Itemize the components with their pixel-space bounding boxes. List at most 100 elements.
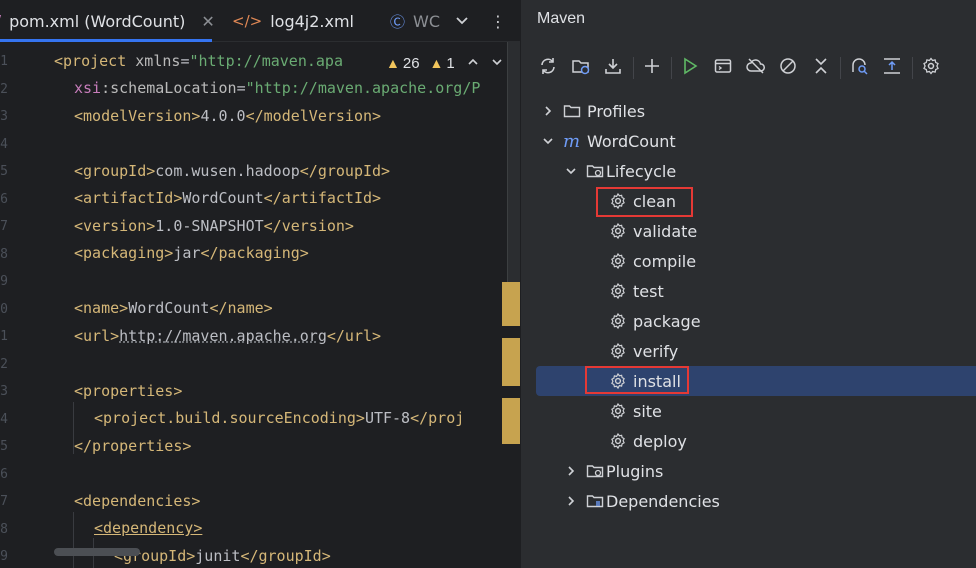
code-line: <modelVersion>4.0.0</modelVersion> (74, 107, 382, 125)
toolbar-separator (911, 57, 913, 79)
toolbar-separator (840, 57, 842, 79)
error-stripe-marker[interactable] (502, 398, 520, 444)
inspection-widget[interactable]: ▲ 26 ▲ 1 (384, 52, 503, 74)
close-icon[interactable]: ✕ (201, 12, 214, 31)
execute-goal-button[interactable] (710, 55, 736, 81)
more-vertical-icon: ⋮ (490, 11, 506, 31)
indent-guide (73, 512, 74, 568)
analyze-icon (849, 56, 869, 81)
lifecycle-goal-test[interactable]: test (609, 277, 664, 305)
code-line: <project.build.sourceEncoding>UTF-8</pro… (94, 409, 465, 427)
collapse-icon (811, 56, 831, 81)
tab-wc[interactable]: Ⓒ WC (390, 0, 440, 42)
code-line: xsi:schemaLocation="http://maven.apache.… (74, 79, 481, 97)
more-actions-button[interactable]: ⋮ (490, 0, 506, 42)
goal-label: verify (633, 341, 679, 361)
tree-node-label: Plugins (606, 461, 664, 481)
maven-file-icon: / (0, 12, 1, 30)
add-icon (642, 56, 662, 81)
settings-button[interactable] (918, 55, 944, 81)
gear-icon (609, 402, 627, 420)
code-line: <properties> (74, 382, 183, 400)
code-area[interactable]: <project xmlns="http://maven.apa xsi:sch… (0, 42, 520, 568)
tab-label: log4j2.xml (270, 11, 354, 31)
gear-icon (609, 342, 627, 360)
lifecycle-goal-site[interactable]: site (609, 397, 662, 425)
lifecycle-goal-deploy[interactable]: deploy (609, 427, 687, 455)
tree-node-project[interactable]: m WordCount (541, 127, 676, 155)
url-link[interactable]: http://maven.apache.org (119, 327, 327, 345)
tab-pom-xml[interactable]: / pom.xml (WordCount) ✕ (0, 0, 215, 42)
tree-node-lifecycle[interactable]: Lifecycle (564, 157, 676, 185)
tree-node-plugins[interactable]: Plugins (564, 457, 663, 485)
show-dependencies-icon (882, 56, 902, 81)
add-button[interactable] (639, 55, 665, 81)
code-line: <dependencies> (74, 492, 201, 510)
gear-icon (609, 252, 627, 270)
chevron-down-icon[interactable] (564, 164, 578, 178)
show-dependencies-button[interactable] (879, 55, 905, 81)
settings-icon (921, 56, 941, 81)
chevron-right-icon[interactable] (564, 464, 578, 478)
lifecycle-goal-verify[interactable]: verify (609, 337, 678, 365)
maven-logo-icon: m (563, 130, 581, 152)
skip-tests-button[interactable] (775, 55, 801, 81)
reload-button[interactable] (535, 55, 561, 81)
error-stripe-marker[interactable] (502, 338, 520, 386)
code-line: <groupId>com.wusen.hadoop</groupId> (74, 162, 391, 180)
gear-icon (609, 222, 627, 240)
warning-icon: ▲ (386, 55, 400, 71)
goal-label: site (633, 401, 662, 421)
skip-tests-icon (778, 56, 798, 81)
code-editor[interactable]: / pom.xml (WordCount) ✕ </> log4j2.xml Ⓒ… (0, 0, 520, 568)
reload-folder-button[interactable] (568, 55, 594, 81)
goal-label: package (633, 311, 701, 331)
code-line: <name>WordCount</name> (74, 299, 273, 317)
code-line: <dependency> (94, 519, 203, 537)
offline-icon (745, 56, 766, 81)
warning-count: 26 (402, 54, 420, 72)
download-button[interactable] (600, 55, 626, 81)
gear-icon (609, 312, 627, 330)
tab-label: pom.xml (WordCount) (9, 11, 186, 31)
tree-node-profiles[interactable]: Profiles (541, 97, 645, 125)
code-line: <project xmlns="http://maven.apa (54, 52, 343, 70)
tab-label: WC (413, 11, 441, 31)
tab-list-button[interactable] (455, 0, 469, 42)
offline-button[interactable] (743, 55, 769, 81)
highlight-box-clean (596, 187, 693, 217)
chevron-down-icon[interactable] (541, 134, 555, 148)
lifecycle-goal-compile[interactable]: compile (609, 247, 696, 275)
code-line: </properties> (74, 437, 192, 455)
chevron-down-icon[interactable] (491, 56, 503, 71)
analyze-dependencies-button[interactable] (846, 55, 872, 81)
tab-log4j2-xml[interactable]: </> log4j2.xml (232, 0, 354, 42)
lifecycle-goal-validate[interactable]: validate (609, 217, 697, 245)
reload-folder-icon (571, 56, 591, 81)
gear-icon (609, 432, 627, 450)
run-button[interactable] (677, 55, 703, 81)
code-line: <artifactId>WordCount</artifactId> (74, 189, 382, 207)
dependencies-folder-icon (586, 492, 604, 510)
folder-icon (563, 102, 581, 120)
tree-node-label: WordCount (587, 131, 676, 151)
lifecycle-goal-package[interactable]: package (609, 307, 701, 335)
download-icon (603, 56, 623, 81)
goal-label: validate (633, 221, 698, 241)
collapse-all-button[interactable] (808, 55, 834, 81)
editor-tab-bar: / pom.xml (WordCount) ✕ </> log4j2.xml Ⓒ… (0, 0, 520, 42)
code-line: <url>http://maven.apache.org</url> (74, 327, 382, 345)
vertical-scrollbar[interactable] (507, 42, 520, 300)
code-line: <version>1.0-SNAPSHOT</version> (74, 217, 354, 235)
tree-node-dependencies[interactable]: Dependencies (564, 487, 720, 515)
error-stripe-marker[interactable] (502, 282, 520, 326)
horizontal-scrollbar[interactable] (54, 548, 140, 556)
chevron-up-icon[interactable] (467, 56, 479, 71)
error-icon: ▲ (429, 55, 444, 71)
chevron-right-icon[interactable] (541, 104, 555, 118)
tree-node-label: Profiles (587, 101, 646, 121)
error-count: 1 (446, 54, 455, 72)
xml-file-icon: </> (232, 12, 263, 30)
code-line: <packaging>jar</packaging> (74, 244, 309, 262)
chevron-right-icon[interactable] (564, 494, 578, 508)
